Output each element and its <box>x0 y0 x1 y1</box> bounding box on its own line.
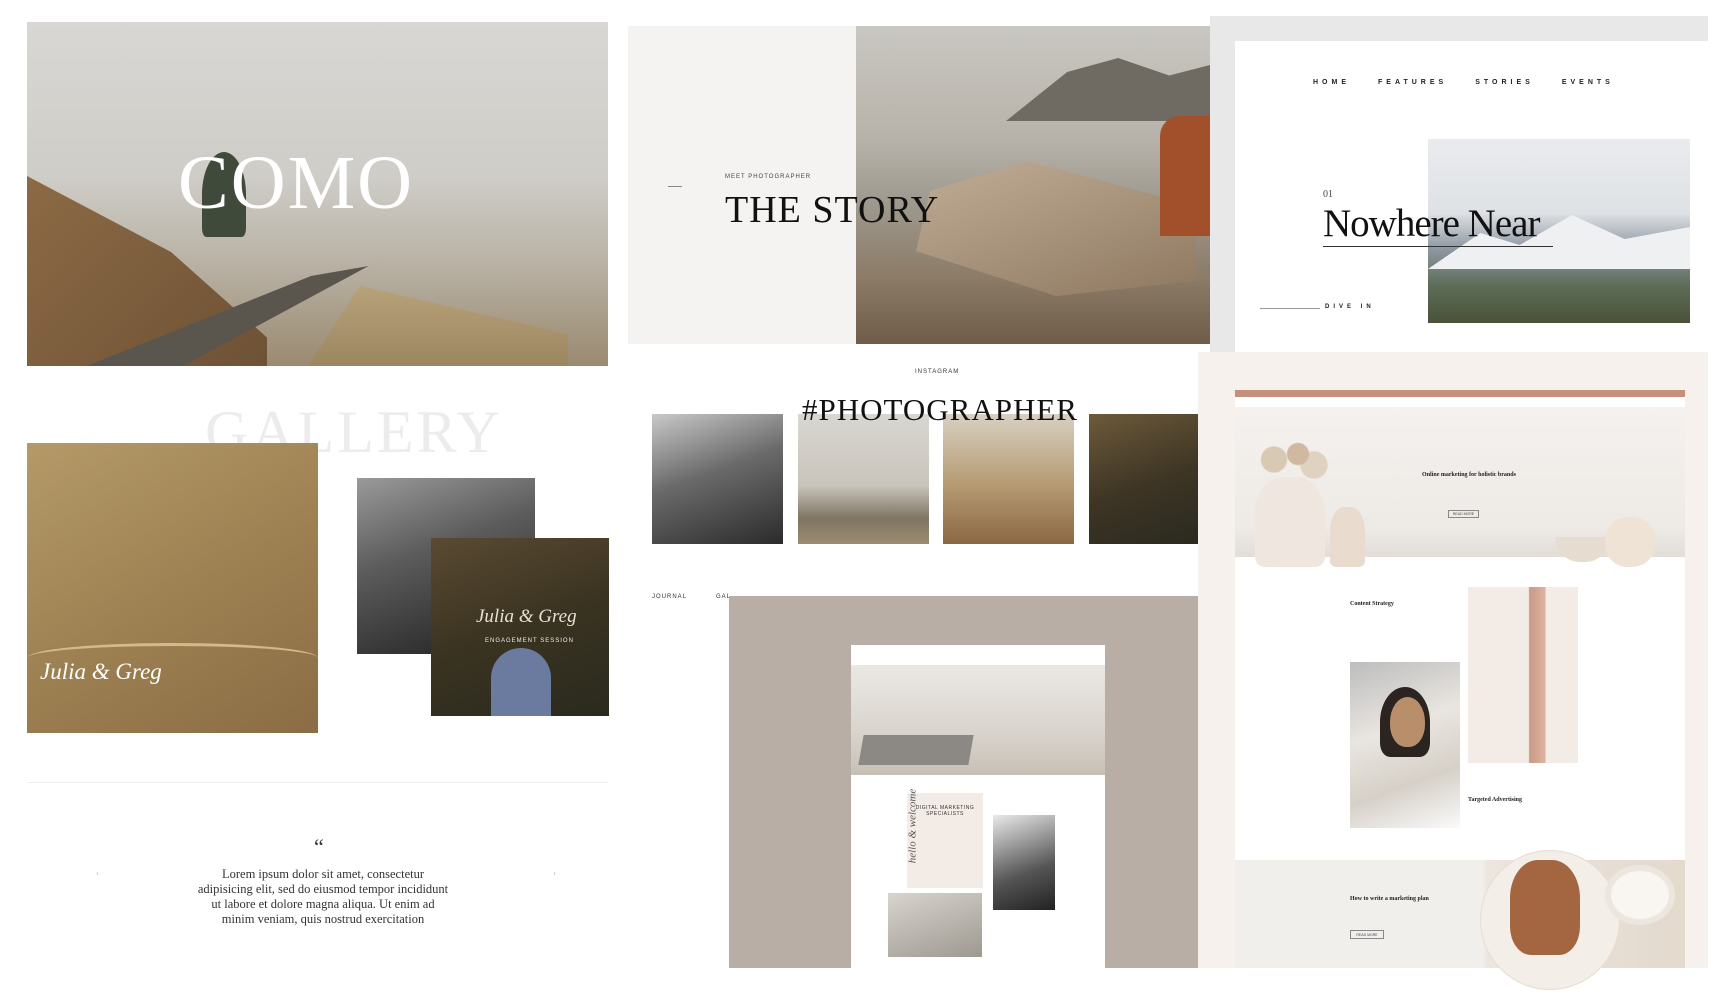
instagram-photo-tree[interactable] <box>943 414 1074 544</box>
instagram-title: #PHOTOGRAPHER <box>802 392 1078 427</box>
intro-card-title: DIGITAL MARKETING SPECIALISTS <box>915 805 975 817</box>
quote-mark: “ <box>314 834 324 859</box>
nowhere-title: Nowhere Near <box>1323 202 1540 245</box>
nowhere-nav-events[interactable]: EVENTS <box>1562 79 1614 86</box>
cta-dash <box>1260 308 1320 309</box>
content-strategy-title: Content Strategy <box>1350 601 1394 607</box>
quote-text: Lorem ipsum dolor sit amet, consectetur … <box>197 867 449 926</box>
como-nav-home[interactable]: HOME <box>125 17 147 23</box>
napkin-shape <box>1510 860 1580 955</box>
title-underline <box>1323 246 1553 247</box>
blog-button[interactable]: READ MORE <box>1350 930 1384 939</box>
vases-hero <box>1235 407 1685 567</box>
nowhere-panel: HOME FEATURES STORIES EVENTS 01 Nowhere … <box>1210 16 1708 352</box>
nowhere-page: HOME FEATURES STORIES EVENTS 01 Nowhere … <box>1235 41 1708 352</box>
person-shape <box>1160 116 1210 236</box>
laptop-shape <box>858 735 974 765</box>
pink-hero-title: Online marketing for holistic brands <box>1422 472 1516 478</box>
blog-title: How to write a marketing plan <box>1350 896 1429 902</box>
bowl-shape <box>1555 537 1610 562</box>
story-panel <box>628 26 1210 344</box>
couple-shape <box>491 648 551 716</box>
como-nav-contact[interactable]: CONTACT <box>475 17 511 23</box>
tablet-photo <box>993 815 1055 910</box>
face-shape <box>1390 697 1425 747</box>
marketing-panel: DIGITAL MARKETING SPECIALISTS <box>729 596 1200 968</box>
story-label: MEET PHOTOGRAPHER <box>725 174 812 180</box>
pink-hero-button[interactable]: READ MORE <box>1448 510 1479 518</box>
vase-shape <box>1605 517 1655 567</box>
dive-in-link[interactable]: DIVE IN <box>1325 304 1375 310</box>
top-bar <box>1235 390 1685 397</box>
signature: hello & welcome <box>906 788 919 864</box>
grass-image <box>308 286 568 366</box>
desk-hero <box>851 665 1105 775</box>
driftwood-shape <box>916 161 1196 296</box>
cup-shape <box>1605 865 1675 925</box>
instagram-photo-sky[interactable] <box>652 414 783 544</box>
driftwood-photo <box>856 26 1210 344</box>
nowhere-nav-home[interactable]: HOME <box>1313 79 1350 86</box>
como-title: COMO <box>178 141 415 225</box>
gallery-card2-subtitle: ENGAGEMENT SESSION <box>485 638 574 644</box>
instagram-label: INSTAGRAM <box>915 369 960 375</box>
como-nav-info[interactable]: INFO <box>301 17 319 23</box>
marketing-page: DIGITAL MARKETING SPECIALISTS <box>851 645 1105 968</box>
como-nav: HOME GALLERY INFO JOURNAL CONTACT <box>27 17 608 23</box>
instagram-photo-road[interactable] <box>798 414 929 544</box>
gallery-card1-title: Julia & Greg <box>40 659 162 684</box>
gallery-card2-title: Julia & Greg <box>476 606 577 627</box>
art-photo <box>1468 587 1578 763</box>
journal-nav[interactable]: JOURNAL <box>652 594 687 600</box>
targeted-advertising-title: Targeted Advertising <box>1468 797 1522 803</box>
quote-next-arrow[interactable]: › <box>553 868 556 878</box>
woman-photo <box>1350 662 1460 828</box>
divider <box>27 782 608 783</box>
gallery-card-field[interactable] <box>27 443 318 733</box>
como-nav-journal[interactable]: JOURNAL <box>380 17 415 23</box>
nowhere-nav-features[interactable]: FEATURES <box>1378 79 1447 86</box>
quote-prev-arrow[interactable]: ‹ <box>96 868 99 878</box>
nowhere-nav: HOME FEATURES STORIES EVENTS <box>1313 79 1614 86</box>
mountain-shape <box>1006 58 1210 121</box>
story-title: THE STORY <box>725 189 940 231</box>
phone-photo <box>888 893 982 957</box>
table-photo <box>1235 850 1685 990</box>
vase-shape <box>1255 477 1325 567</box>
como-nav-gallery[interactable]: GALLERY <box>207 17 242 23</box>
instagram-photo-couple[interactable] <box>1089 414 1200 544</box>
nowhere-nav-stories[interactable]: STORIES <box>1475 79 1534 86</box>
divider <box>668 186 682 187</box>
nowhere-number: 01 <box>1323 189 1333 200</box>
vase-shape <box>1330 507 1365 567</box>
